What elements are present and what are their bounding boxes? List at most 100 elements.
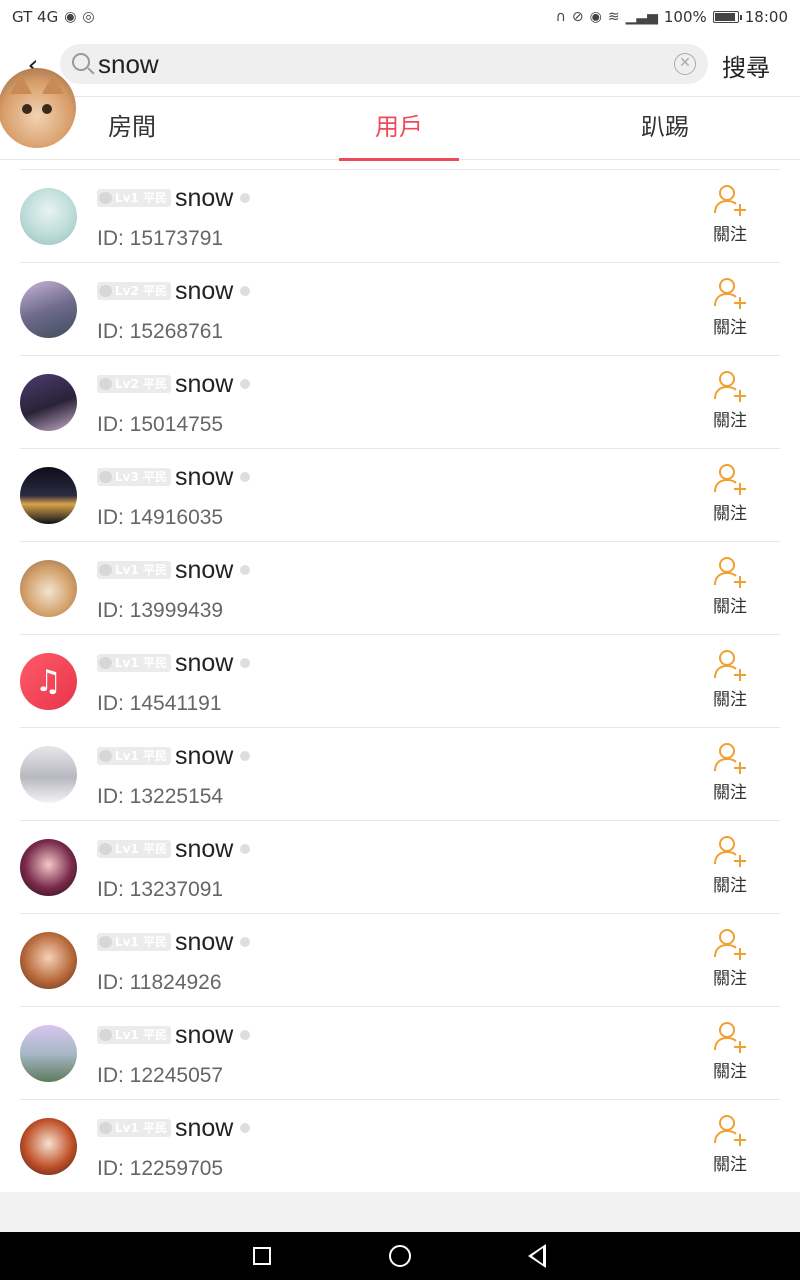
- follow-button[interactable]: 關注: [700, 1019, 760, 1089]
- add-user-icon: [714, 464, 746, 495]
- follow-label: 關注: [713, 1062, 747, 1082]
- cat-eye-left: [22, 104, 32, 114]
- list-item[interactable]: Lv1 平民 snow ID: 12259705 關注: [20, 1099, 780, 1192]
- list-item[interactable]: Lv1 平民 snow ID: 13237091 關注: [20, 820, 780, 913]
- cat-eye-right: [42, 104, 52, 114]
- status-dot: [240, 565, 250, 575]
- avatar[interactable]: [20, 839, 77, 896]
- music-note-icon: ♫: [35, 664, 62, 699]
- tab-bar: 房間 用戶 趴踢: [0, 96, 800, 161]
- user-name: snow: [175, 928, 234, 956]
- clock: 18:00: [744, 8, 788, 26]
- level-badge: Lv1 平民: [97, 1119, 171, 1137]
- avatar[interactable]: [20, 746, 77, 803]
- follow-label: 關注: [713, 690, 747, 710]
- search-row: ‹ ✕ 搜尋: [0, 40, 800, 90]
- follow-button[interactable]: 關注: [700, 368, 760, 438]
- follow-label: 關注: [713, 504, 747, 524]
- clear-icon[interactable]: ✕: [674, 53, 696, 75]
- status-dot: [240, 1030, 250, 1040]
- tab-party[interactable]: 趴踢: [532, 97, 798, 161]
- floating-avatar[interactable]: [0, 68, 76, 148]
- home-icon[interactable]: [389, 1245, 411, 1267]
- avatar[interactable]: [20, 932, 77, 989]
- user-name: snow: [175, 649, 234, 677]
- user-id: ID: 15268761: [97, 320, 224, 343]
- list-item[interactable]: Lv2 平民 snow ID: 15268761 關注: [20, 262, 780, 355]
- add-user-icon: [714, 185, 746, 216]
- user-name: snow: [175, 1021, 234, 1049]
- search-input[interactable]: [98, 48, 658, 80]
- add-user-icon: [714, 836, 746, 867]
- avatar[interactable]: [20, 560, 77, 617]
- signal-icon: ▁▃▅: [625, 9, 658, 25]
- battery-icon: [712, 11, 742, 23]
- user-name: snow: [175, 184, 234, 212]
- avatar[interactable]: [20, 281, 77, 338]
- add-user-icon: [714, 371, 746, 402]
- user-name: snow: [175, 1114, 234, 1142]
- avatar[interactable]: [20, 1025, 77, 1082]
- status-dot: [240, 1123, 250, 1133]
- list-item[interactable]: ♫ Lv1 平民 snow ID: 14541191 關注: [20, 634, 780, 727]
- user-id: ID: 14916035: [97, 506, 224, 529]
- avatar[interactable]: ♫: [20, 653, 77, 710]
- game-controller-icon: ◎: [82, 9, 95, 25]
- follow-label: 關注: [713, 1155, 747, 1175]
- cat-ear-right: [42, 74, 64, 94]
- user-id: ID: 13999439: [97, 599, 224, 622]
- follow-button[interactable]: 關注: [700, 926, 760, 996]
- add-user-icon: [714, 557, 746, 588]
- follow-button[interactable]: 關注: [700, 1112, 760, 1182]
- list-item[interactable]: Lv3 平民 snow ID: 14916035 關注: [20, 448, 780, 541]
- list-item[interactable]: Lv2 平民 snow ID: 15014755 關注: [20, 355, 780, 448]
- tab-users[interactable]: 用戶: [266, 97, 532, 161]
- follow-button[interactable]: 關注: [700, 275, 760, 345]
- list-item[interactable]: Lv1 平民 snow ID: 13999439 關注: [20, 541, 780, 634]
- list-item[interactable]: Lv1 平民 snow ID: 12245057 關注: [20, 1006, 780, 1099]
- cat-ear-left: [10, 74, 32, 94]
- user-name: snow: [175, 463, 234, 491]
- status-right: ∩ ⊘ ◉ ≋ ▁▃▅ 100% 18:00: [556, 8, 788, 26]
- back-nav-icon[interactable]: [528, 1244, 546, 1268]
- user-id: ID: 11824926: [97, 971, 222, 994]
- user-name: snow: [175, 370, 234, 398]
- follow-label: 關注: [713, 969, 747, 989]
- status-bar: GT 4G ◉ ◎ ∩ ⊘ ◉ ≋ ▁▃▅ 100% 18:00: [0, 0, 800, 34]
- avatar[interactable]: [20, 374, 77, 431]
- list-item[interactable]: Lv1 平民 snow ID: 15173791 關注: [20, 169, 780, 262]
- search-icon: [72, 53, 90, 71]
- search-button[interactable]: 搜尋: [722, 48, 770, 83]
- follow-button[interactable]: 關注: [700, 554, 760, 624]
- user-name: snow: [175, 835, 234, 863]
- follow-button[interactable]: 關注: [700, 647, 760, 717]
- list-item[interactable]: Lv1 平民 snow ID: 13225154 關注: [20, 727, 780, 820]
- avatar[interactable]: [20, 1118, 77, 1175]
- follow-label: 關注: [713, 225, 747, 245]
- battery-fill: [714, 13, 735, 21]
- follow-button[interactable]: 關注: [700, 740, 760, 810]
- level-badge: Lv2 平民: [97, 375, 171, 393]
- follow-label: 關注: [713, 783, 747, 803]
- user-id: ID: 12245057: [97, 1064, 224, 1087]
- avatar[interactable]: [20, 467, 77, 524]
- status-dot: [240, 379, 250, 389]
- level-badge: Lv1 平民: [97, 561, 171, 579]
- follow-button[interactable]: 關注: [700, 182, 760, 252]
- user-list: Lv1 平民 snow ID: 15173791 關注 Lv2 平民 snow ID: 15…: [0, 169, 800, 1192]
- search-box[interactable]: ✕: [60, 44, 708, 84]
- follow-label: 關注: [713, 411, 747, 431]
- user-id: ID: 14541191: [97, 692, 222, 715]
- level-badge: Lv1 平民: [97, 654, 171, 672]
- follow-button[interactable]: 關注: [700, 461, 760, 531]
- recent-apps-icon[interactable]: [253, 1247, 271, 1265]
- level-badge: Lv3 平民: [97, 468, 171, 486]
- add-user-icon: [714, 1115, 746, 1146]
- battery-percent: 100%: [663, 8, 707, 26]
- list-item[interactable]: Lv1 平民 snow ID: 11824926 關注: [20, 913, 780, 1006]
- user-name: snow: [175, 556, 234, 584]
- follow-button[interactable]: 關注: [700, 833, 760, 903]
- mute-icon: ⊘: [571, 9, 584, 25]
- add-user-icon: [714, 743, 746, 774]
- avatar[interactable]: [20, 188, 77, 245]
